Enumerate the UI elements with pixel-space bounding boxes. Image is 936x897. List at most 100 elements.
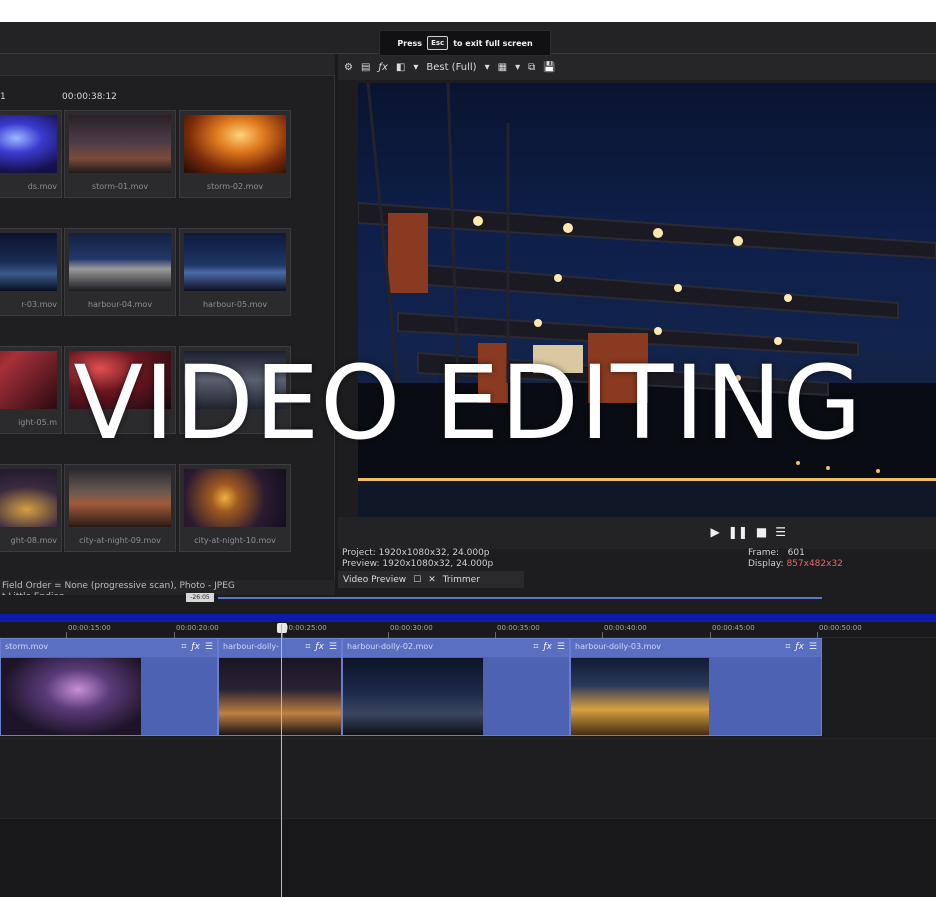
media-thumb-label: ds.mov	[27, 182, 57, 191]
split-screen-icon[interactable]: ◧	[396, 62, 405, 73]
menu-icon[interactable]: ☰	[557, 642, 565, 652]
crop-icon[interactable]: ⌗	[785, 642, 790, 652]
clip-name: harbour-dolly-03.mov	[575, 642, 662, 651]
bin-timecode-left: 1	[0, 92, 6, 102]
media-thumb[interactable]: city-at-night-09.mov	[64, 464, 176, 552]
crop-icon[interactable]: ⌗	[533, 642, 538, 652]
chevron-down-icon[interactable]: ▾	[485, 62, 490, 73]
playhead-line[interactable]	[281, 624, 282, 897]
status-line: Field Order = None (progressive scan), P…	[2, 581, 235, 591]
scrub-time-chip: -26:05	[186, 593, 214, 602]
fx-icon[interactable]: ƒx	[378, 62, 387, 73]
clip-icons: ⌗ ƒx ☰	[533, 642, 565, 652]
preview-toolbar: ⚙ ▤ ƒx ◧ ▾ Best (Full) ▾ ▦ ▾ ⧉ 💾	[338, 54, 936, 80]
banner-text: to exit full screen	[453, 38, 533, 48]
display-label: Display:	[748, 559, 784, 569]
empty-track[interactable]	[0, 818, 936, 897]
project-media-bin: 1 00:00:38:12 ds.mov storm-01.mov storm-…	[0, 54, 335, 606]
media-thumb-image	[0, 115, 57, 173]
device-icon[interactable]: ▤	[361, 62, 370, 73]
frame-label: Frame:	[748, 548, 780, 558]
play-icon[interactable]: ▶	[711, 525, 720, 539]
undock-icon[interactable]: ☐	[413, 575, 421, 585]
media-thumb-image	[184, 115, 286, 173]
audio-track[interactable]	[0, 738, 936, 818]
marker-band[interactable]	[0, 614, 936, 622]
media-thumb-label: city-at-night-09.mov	[79, 536, 161, 545]
media-thumb[interactable]: ght-08.mov	[0, 464, 62, 552]
ruler-label: 00:00:35:00	[497, 624, 540, 632]
chevron-down-icon[interactable]: ▾	[413, 62, 418, 73]
close-icon[interactable]: ✕	[428, 575, 436, 585]
fx-icon[interactable]: ƒx	[795, 642, 804, 652]
media-thumb-label: r-03.mov	[21, 300, 57, 309]
clip-name: storm.mov	[5, 642, 49, 651]
menu-icon[interactable]: ☰	[809, 642, 817, 652]
gear-icon[interactable]: ⚙	[344, 62, 353, 73]
copy-snapshot-icon[interactable]: ⧉	[528, 62, 535, 73]
media-thumb-label: city-at-night-10.mov	[194, 536, 276, 545]
media-thumb[interactable]: harbour-05.mov	[179, 228, 291, 316]
bin-timecode-right: 00:00:38:12	[62, 92, 117, 102]
pause-icon[interactable]: ❚❚	[728, 525, 748, 539]
esc-key-badge: Esc	[427, 36, 449, 50]
clip-thumbnail	[1, 658, 141, 735]
transport-bar: ▶ ❚❚ ■ ☰	[338, 517, 936, 549]
frame-display-info: Frame: 601 Display: 857x482x32	[748, 548, 843, 570]
fullscreen-exit-banner: Press Esc to exit full screen	[379, 30, 551, 56]
menu-icon[interactable]: ☰	[205, 642, 213, 652]
playhead-handle[interactable]	[277, 623, 287, 633]
media-thumb-label: storm-01.mov	[91, 182, 149, 191]
media-thumb[interactable]: ds.mov	[0, 110, 62, 198]
save-snapshot-icon[interactable]: 💾	[543, 62, 555, 73]
clip-icons: ⌗ ƒx ☰	[785, 642, 817, 652]
media-thumb[interactable]: storm-01.mov	[64, 110, 176, 198]
clip-header: harbour-dolly-03.mov ⌗ ƒx ☰	[571, 639, 821, 657]
media-thumb-image	[0, 233, 57, 291]
media-thumb-label: storm-02.mov	[206, 182, 264, 191]
video-editing-headline: VIDEO EDITING	[73, 344, 863, 463]
media-thumb[interactable]: harbour-04.mov	[64, 228, 176, 316]
clip-name: harbour-dolly-	[223, 642, 279, 651]
crop-icon[interactable]: ⌗	[181, 642, 186, 652]
menu-icon[interactable]: ☰	[775, 525, 786, 539]
tab-trimmer[interactable]: Trimmer	[443, 575, 480, 585]
media-thumb-image	[184, 469, 286, 527]
media-thumb[interactable]: r-03.mov	[0, 228, 62, 316]
timeline-clip[interactable]: harbour-dolly-03.mov ⌗ ƒx ☰	[570, 638, 822, 736]
fx-icon[interactable]: ƒx	[543, 642, 552, 652]
ruler-label: 00:00:20:00	[176, 624, 219, 632]
media-thumb-image	[69, 233, 171, 291]
timeline-clip[interactable]: storm.mov ⌗ ƒx ☰	[0, 638, 218, 736]
menu-icon[interactable]: ☰	[329, 642, 337, 652]
timeline-clip[interactable]: harbour-dolly- ⌗ ƒx ☰	[218, 638, 342, 736]
clip-header: harbour-dolly- ⌗ ƒx ☰	[219, 639, 341, 657]
media-thumb[interactable]: city-at-night-10.mov	[179, 464, 291, 552]
media-thumb-image	[0, 469, 57, 527]
fx-icon[interactable]: ƒx	[191, 642, 200, 652]
clip-thumbnail	[571, 658, 709, 735]
fx-icon[interactable]: ƒx	[315, 642, 324, 652]
stop-icon[interactable]: ■	[756, 525, 767, 539]
clip-header: storm.mov ⌗ ƒx ☰	[1, 639, 217, 657]
timeline-ruler[interactable]: 00:00:15:00 00:00:20:00 00:00:25:00 00:0…	[0, 622, 936, 638]
banner-text: Press	[397, 38, 423, 48]
clip-thumbnail	[343, 658, 483, 735]
video-preview-panel: ⚙ ▤ ƒx ◧ ▾ Best (Full) ▾ ▦ ▾ ⧉ 💾 ▶ ❚❚ ■ …	[338, 54, 936, 606]
overlay-grid-icon[interactable]: ▦	[498, 62, 507, 73]
quality-select[interactable]: Best (Full)	[426, 62, 476, 73]
crop-icon[interactable]: ⌗	[305, 642, 310, 652]
media-thumb-label: harbour-05.mov	[202, 300, 268, 309]
project-properties: Project: 1920x1080x32, 24.000p	[342, 548, 490, 558]
media-thumb[interactable]: storm-02.mov	[179, 110, 291, 198]
media-thumb-label: ght-08.mov	[10, 536, 57, 545]
clip-name: harbour-dolly-02.mov	[347, 642, 434, 651]
preview-properties: Project: 1920x1080x32, 24.000p Preview: …	[342, 548, 493, 570]
loop-region[interactable]	[218, 597, 822, 599]
timeline-clip[interactable]: harbour-dolly-02.mov ⌗ ƒx ☰	[342, 638, 570, 736]
preview-properties-line: Preview: 1920x1080x32, 24.000p	[342, 559, 494, 569]
tab-video-preview[interactable]: Video Preview	[343, 575, 406, 585]
media-thumb-image	[69, 469, 171, 527]
bin-header	[0, 54, 335, 76]
chevron-down-icon[interactable]: ▾	[515, 62, 520, 73]
